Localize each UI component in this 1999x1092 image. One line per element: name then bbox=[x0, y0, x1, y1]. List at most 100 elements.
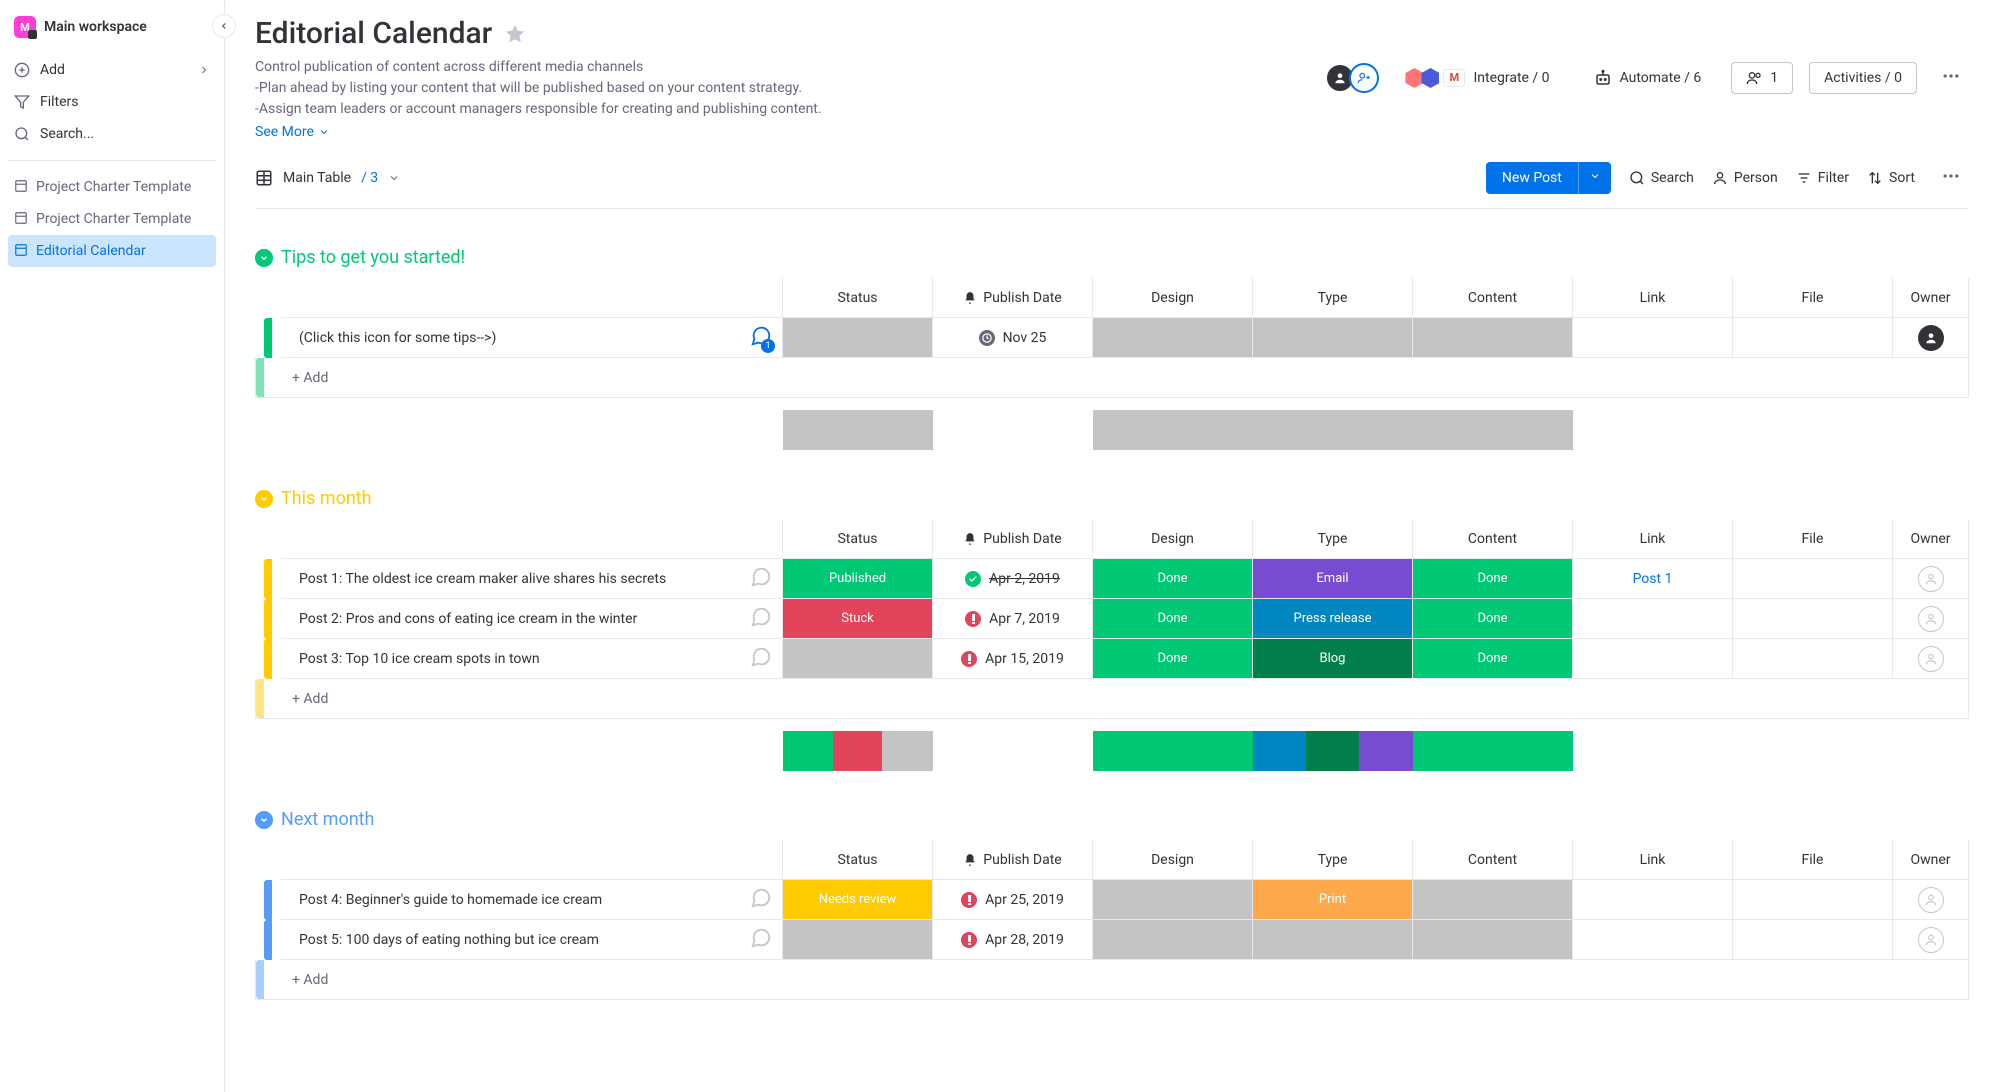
add-item-row[interactable]: + Add bbox=[255, 358, 1969, 398]
collapse-sidebar-button[interactable] bbox=[212, 14, 236, 38]
table-search[interactable]: Search bbox=[1629, 170, 1694, 186]
group-header[interactable]: Next month bbox=[255, 809, 1969, 830]
owner-cell[interactable] bbox=[1893, 920, 1969, 960]
file-cell[interactable] bbox=[1733, 639, 1893, 679]
column-header[interactable]: File bbox=[1733, 278, 1893, 318]
content-cell[interactable] bbox=[1413, 920, 1573, 960]
link-cell[interactable] bbox=[1573, 880, 1733, 920]
sidebar-board-item[interactable]: Project Charter Template bbox=[8, 171, 216, 203]
chat-icon[interactable] bbox=[750, 887, 772, 913]
column-header[interactable]: Status bbox=[783, 519, 933, 559]
item-name-cell[interactable]: Post 4: Beginner's guide to homemade ice… bbox=[281, 880, 783, 920]
sidebar-board-item[interactable]: Project Charter Template bbox=[8, 203, 216, 235]
owner-empty[interactable] bbox=[1918, 646, 1944, 672]
chat-icon[interactable] bbox=[750, 646, 772, 672]
board-menu[interactable] bbox=[1933, 62, 1969, 94]
sidebar-filters[interactable]: Filters bbox=[8, 86, 216, 118]
item-name-cell[interactable]: Post 5: 100 days of eating nothing but i… bbox=[281, 920, 783, 960]
board-avatars[interactable] bbox=[1331, 63, 1379, 93]
design-cell[interactable] bbox=[1093, 318, 1253, 358]
column-header[interactable]: Owner bbox=[1893, 278, 1969, 318]
file-cell[interactable] bbox=[1733, 920, 1893, 960]
sidebar-board-item[interactable]: Editorial Calendar bbox=[8, 235, 216, 267]
view-switcher[interactable]: Main Table / 3 bbox=[255, 169, 400, 187]
star-icon[interactable] bbox=[504, 23, 526, 45]
see-more-link[interactable]: See More bbox=[255, 124, 330, 140]
activities-button[interactable]: Activities / 0 bbox=[1809, 62, 1917, 94]
members-button[interactable]: 1 bbox=[1731, 62, 1793, 94]
chat-icon[interactable]: 1 bbox=[750, 325, 772, 351]
file-cell[interactable] bbox=[1733, 880, 1893, 920]
content-cell[interactable]: Done bbox=[1413, 559, 1573, 599]
item-name-cell[interactable]: Post 1: The oldest ice cream maker alive… bbox=[281, 559, 783, 599]
group-header[interactable]: Tips to get you started! bbox=[255, 247, 1969, 268]
item-name-cell[interactable]: Post 3: Top 10 ice cream spots in town bbox=[281, 639, 783, 679]
owner-cell[interactable] bbox=[1893, 318, 1969, 358]
column-header[interactable]: Link bbox=[1573, 519, 1733, 559]
status-cell[interactable] bbox=[783, 318, 933, 358]
type-cell[interactable]: Blog bbox=[1253, 639, 1413, 679]
group-collapse-icon[interactable] bbox=[255, 490, 273, 508]
owner-cell[interactable] bbox=[1893, 639, 1969, 679]
link-cell[interactable]: Post 1 bbox=[1573, 559, 1733, 599]
design-cell[interactable] bbox=[1093, 920, 1253, 960]
automate-button[interactable]: Automate / 6 bbox=[1580, 62, 1716, 94]
link-cell[interactable] bbox=[1573, 318, 1733, 358]
status-cell[interactable]: Published bbox=[783, 559, 933, 599]
item-name-cell[interactable]: (Click this icon for some tips-->)1 bbox=[281, 318, 783, 358]
owner-empty[interactable] bbox=[1918, 566, 1944, 592]
column-header[interactable]: Design bbox=[1093, 278, 1253, 318]
column-header[interactable]: Status bbox=[783, 278, 933, 318]
column-header[interactable]: Type bbox=[1253, 840, 1413, 880]
file-cell[interactable] bbox=[1733, 599, 1893, 639]
new-post-dropdown[interactable] bbox=[1578, 162, 1611, 194]
owner-empty[interactable] bbox=[1918, 887, 1944, 913]
column-header[interactable]: Link bbox=[1573, 278, 1733, 318]
workspace-header[interactable]: M Main workspace bbox=[8, 12, 216, 54]
owner-avatar[interactable] bbox=[1918, 325, 1944, 351]
column-header[interactable]: Content bbox=[1413, 840, 1573, 880]
column-header[interactable]: Status bbox=[783, 840, 933, 880]
link-cell[interactable] bbox=[1573, 639, 1733, 679]
status-cell[interactable] bbox=[783, 639, 933, 679]
column-header[interactable]: Publish Date bbox=[933, 519, 1093, 559]
item-name-cell[interactable]: Post 2: Pros and cons of eating ice crea… bbox=[281, 599, 783, 639]
column-header[interactable]: File bbox=[1733, 840, 1893, 880]
owner-empty[interactable] bbox=[1918, 606, 1944, 632]
table-person[interactable]: Person bbox=[1712, 170, 1778, 186]
column-header[interactable]: Owner bbox=[1893, 840, 1969, 880]
column-header[interactable]: Publish Date bbox=[933, 278, 1093, 318]
design-cell[interactable]: Done bbox=[1093, 639, 1253, 679]
group-header[interactable]: This month bbox=[255, 488, 1969, 509]
add-item-row[interactable]: + Add bbox=[255, 960, 1969, 1000]
date-cell[interactable]: Apr 7, 2019 bbox=[933, 599, 1093, 639]
group-collapse-icon[interactable] bbox=[255, 249, 273, 267]
board-title[interactable]: Editorial Calendar bbox=[255, 16, 1319, 51]
chat-icon[interactable] bbox=[750, 927, 772, 953]
design-cell[interactable] bbox=[1093, 880, 1253, 920]
column-header[interactable]: Type bbox=[1253, 519, 1413, 559]
owner-cell[interactable] bbox=[1893, 559, 1969, 599]
owner-cell[interactable] bbox=[1893, 599, 1969, 639]
content-cell[interactable]: Done bbox=[1413, 639, 1573, 679]
file-cell[interactable] bbox=[1733, 318, 1893, 358]
sidebar-search[interactable]: Search... bbox=[8, 118, 216, 150]
column-header[interactable]: Link bbox=[1573, 840, 1733, 880]
date-cell[interactable]: Apr 15, 2019 bbox=[933, 639, 1093, 679]
link-cell[interactable] bbox=[1573, 599, 1733, 639]
column-header[interactable]: Design bbox=[1093, 519, 1253, 559]
content-cell[interactable]: Done bbox=[1413, 599, 1573, 639]
type-cell[interactable]: Email bbox=[1253, 559, 1413, 599]
add-item-row[interactable]: + Add bbox=[255, 679, 1969, 719]
integrate-button[interactable]: Integrate / 0 bbox=[1395, 61, 1563, 95]
new-post-button[interactable]: New Post bbox=[1486, 162, 1611, 194]
view-menu[interactable] bbox=[1933, 162, 1969, 194]
link-cell[interactable] bbox=[1573, 920, 1733, 960]
column-header[interactable]: Type bbox=[1253, 278, 1413, 318]
status-cell[interactable] bbox=[783, 920, 933, 960]
sidebar-add[interactable]: Add bbox=[8, 54, 216, 86]
content-cell[interactable] bbox=[1413, 880, 1573, 920]
column-header[interactable]: Design bbox=[1093, 840, 1253, 880]
column-header[interactable]: Content bbox=[1413, 278, 1573, 318]
group-collapse-icon[interactable] bbox=[255, 811, 273, 829]
